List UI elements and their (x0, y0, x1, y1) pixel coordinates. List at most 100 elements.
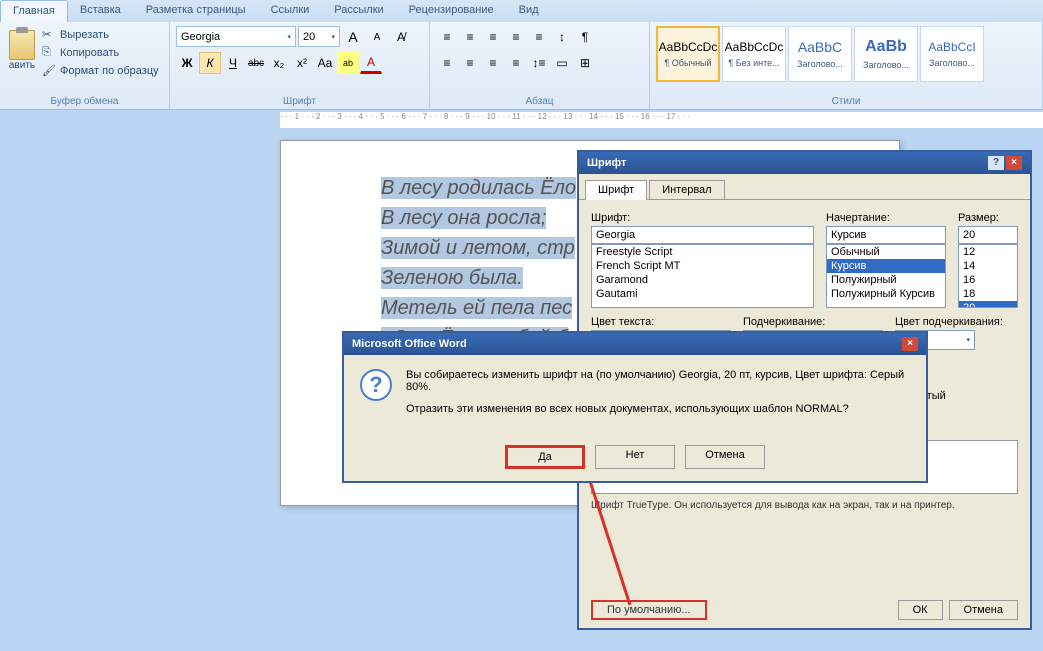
text-line: В лесу она росла; (381, 207, 546, 229)
size-input[interactable] (958, 226, 1018, 244)
list-item[interactable]: Курсив (827, 259, 945, 273)
tab-mail[interactable]: Рассылки (322, 0, 396, 22)
list-item[interactable]: Gautami (592, 287, 813, 301)
ribbon: авить ✂Вырезать ⎘Копировать 🖌 Формат по о… (0, 22, 1043, 110)
style-list[interactable]: Обычный Курсив Полужирный Полужирный Кур… (826, 244, 946, 308)
format-painter-label: Формат по образцу (60, 65, 159, 77)
list-item[interactable]: 20 (959, 301, 1017, 308)
dialog-title: Шрифт (587, 157, 626, 169)
align-left-button[interactable]: ≡ (436, 52, 458, 74)
color-label: Цвет текста: (591, 316, 731, 328)
size-list[interactable]: 12 14 16 18 20 (958, 244, 1018, 308)
question-icon: ? (360, 369, 392, 401)
sort-button[interactable]: ↕ (551, 26, 573, 48)
format-painter-button[interactable]: 🖌 Формат по образцу (38, 62, 163, 80)
style-name: Заголово... (797, 59, 843, 69)
font-color-button[interactable]: A (360, 52, 382, 74)
tab-refs[interactable]: Ссылки (259, 0, 323, 22)
underline-button[interactable]: Ч (222, 52, 244, 74)
ribbon-tabs: Главная Вставка Разметка страницы Ссылки… (0, 0, 1043, 22)
copy-label: Копировать (60, 47, 119, 59)
font-name-combo[interactable]: Georgia▾ (176, 26, 296, 47)
tab-insert[interactable]: Вставка (68, 0, 134, 22)
strike-button[interactable]: abc (245, 52, 267, 74)
confirm-titlebar[interactable]: Microsoft Office Word × (344, 333, 926, 355)
align-right-button[interactable]: ≡ (482, 52, 504, 74)
tab-interval[interactable]: Интервал (649, 180, 724, 200)
italic-button[interactable]: К (199, 52, 221, 74)
ok-button[interactable]: ОК (898, 600, 943, 620)
show-marks-button[interactable]: ¶ (574, 26, 596, 48)
style-heading2[interactable]: AaBbЗаголово... (854, 26, 918, 82)
style-normal[interactable]: AaBbCcDc¶ Обычный (656, 26, 720, 82)
text-line: Метель ей пела пес (381, 297, 572, 319)
chevron-down-icon: ▾ (287, 33, 291, 41)
style-no-spacing[interactable]: AaBbCcDc¶ Без инте... (722, 26, 786, 82)
font-input[interactable] (591, 226, 814, 244)
list-item[interactable]: 14 (959, 259, 1017, 273)
indent-dec-button[interactable]: ≡ (505, 26, 527, 48)
no-button[interactable]: Нет (595, 445, 675, 469)
yes-button[interactable]: Да (505, 445, 585, 469)
tab-font[interactable]: Шрифт (585, 180, 647, 200)
styles-group-label: Стили (650, 96, 1042, 107)
tab-home[interactable]: Главная (0, 0, 68, 22)
subscript-button[interactable]: x₂ (268, 52, 290, 74)
close-icon[interactable]: × (1006, 156, 1022, 170)
style-name: Заголово... (929, 58, 975, 68)
cancel-button[interactable]: Отмена (949, 600, 1018, 620)
style-heading3[interactable]: AaBbCcIЗаголово... (920, 26, 984, 82)
change-case-button[interactable]: Aa (314, 52, 336, 74)
bold-button[interactable]: Ж (176, 52, 198, 74)
font-list[interactable]: Freestyle Script French Script MT Garamo… (591, 244, 814, 308)
borders-button[interactable]: ⊞ (574, 52, 596, 74)
styles-gallery: AaBbCcDc¶ Обычный AaBbCcDc¶ Без инте... … (656, 26, 1036, 82)
cut-button[interactable]: ✂Вырезать (38, 26, 163, 44)
close-icon[interactable]: × (902, 337, 918, 351)
clear-formatting-button[interactable]: A̸ (390, 26, 412, 48)
tab-layout[interactable]: Разметка страницы (134, 0, 259, 22)
brush-icon: 🖌 (42, 64, 56, 78)
line-spacing-button[interactable]: ↕≡ (528, 52, 550, 74)
cancel-button[interactable]: Отмена (685, 445, 765, 469)
align-center-button[interactable]: ≡ (459, 52, 481, 74)
list-item[interactable]: 16 (959, 273, 1017, 287)
multilevel-button[interactable]: ≡ (482, 26, 504, 48)
confirm-line2: Отразить эти изменения во всех новых док… (406, 403, 910, 415)
dialog-titlebar[interactable]: Шрифт ? × (579, 152, 1030, 174)
tab-review[interactable]: Рецензирование (397, 0, 507, 22)
font-size-combo[interactable]: 20▾ (298, 26, 340, 47)
paste-button[interactable]: авить (6, 26, 38, 80)
grow-font-button[interactable]: A (342, 26, 364, 48)
list-item[interactable]: Freestyle Script (592, 245, 813, 259)
list-item[interactable]: 12 (959, 245, 1017, 259)
shrink-font-button[interactable]: A (366, 26, 388, 48)
list-item[interactable]: Полужирный (827, 273, 945, 287)
list-item[interactable]: French Script MT (592, 259, 813, 273)
help-icon[interactable]: ? (988, 156, 1004, 170)
font-label: Шрифт: (591, 212, 814, 224)
para-group-label: Абзац (430, 96, 649, 107)
copy-button[interactable]: ⎘Копировать (38, 44, 163, 62)
style-heading1[interactable]: AaBbC Заголово... (788, 26, 852, 82)
tab-view[interactable]: Вид (507, 0, 552, 22)
numbering-button[interactable]: ≡ (459, 26, 481, 48)
paste-icon (9, 30, 35, 60)
text-line: Зеленою была. (381, 267, 523, 289)
style-sample: AaBbC (798, 39, 842, 55)
font-group-label: Шрифт (170, 96, 429, 107)
shading-button[interactable]: ▭ (551, 52, 573, 74)
list-item[interactable]: Garamond (592, 273, 813, 287)
style-label: Начертание: (826, 212, 946, 224)
justify-button[interactable]: ≡ (505, 52, 527, 74)
list-item[interactable]: Полужирный Курсив (827, 287, 945, 301)
confirm-line1: Вы собираетесь изменить шрифт на (по умо… (406, 369, 910, 393)
bullets-button[interactable]: ≡ (436, 26, 458, 48)
style-input[interactable] (826, 226, 946, 244)
list-item[interactable]: Обычный (827, 245, 945, 259)
default-button[interactable]: По умолчанию... (591, 600, 707, 620)
list-item[interactable]: 18 (959, 287, 1017, 301)
superscript-button[interactable]: x² (291, 52, 313, 74)
highlight-button[interactable]: ab (337, 52, 359, 74)
indent-inc-button[interactable]: ≡ (528, 26, 550, 48)
